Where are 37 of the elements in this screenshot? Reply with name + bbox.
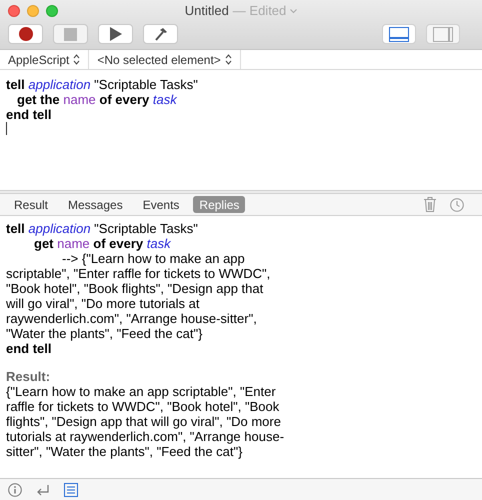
element-popup[interactable]: <No selected element> bbox=[89, 50, 241, 69]
window-title: Untitled bbox=[184, 2, 229, 20]
record-button[interactable] bbox=[8, 24, 43, 44]
side-panel-icon bbox=[433, 26, 453, 42]
code-line: end tell bbox=[6, 107, 53, 122]
list-icon[interactable] bbox=[64, 482, 78, 496]
zoom-button[interactable] bbox=[46, 5, 58, 17]
record-icon bbox=[18, 27, 32, 41]
log-line: end tell bbox=[6, 341, 53, 356]
compile-button[interactable] bbox=[143, 24, 178, 44]
code-line: tell application "Scriptable Tasks" bbox=[6, 77, 199, 92]
log-tab[interactable]: Messages bbox=[62, 196, 129, 213]
text-cursor bbox=[6, 122, 7, 135]
code-line: get the name of every task bbox=[16, 92, 178, 107]
log-tab[interactable]: Events bbox=[136, 196, 186, 213]
trash-icon[interactable] bbox=[424, 197, 436, 212]
log-tab[interactable]: Result bbox=[8, 196, 54, 213]
clock-icon[interactable] bbox=[450, 198, 464, 212]
return-icon[interactable] bbox=[36, 484, 50, 496]
log-line: get name of every task bbox=[33, 236, 172, 251]
play-icon bbox=[110, 27, 122, 41]
updown-arrows-icon bbox=[73, 54, 80, 65]
info-icon[interactable] bbox=[8, 482, 22, 496]
language-popup[interactable]: AppleScript bbox=[0, 50, 90, 69]
edited-status: — Edited bbox=[232, 2, 286, 20]
chevron-down-icon bbox=[290, 8, 298, 14]
bottom-panel-icon bbox=[389, 26, 409, 42]
panel-toggle-button[interactable] bbox=[382, 24, 416, 44]
run-button[interactable] bbox=[98, 24, 133, 44]
log-line: tell application "Scriptable Tasks" bbox=[6, 221, 199, 236]
result-label: Result: bbox=[6, 369, 52, 384]
hammer-icon bbox=[154, 27, 168, 41]
result-text: {"Learn how to make an app scriptable", "Enter raffle for tickets to WWDC", "Book hotel", "Book flights", "Design app that will go viral", "Do more tutorials at raywenderlich.com", "Arrange house-sitter", "Water the plants", "Feed the cat"} bbox=[6, 384, 286, 459]
updown-arrows-icon bbox=[224, 54, 232, 65]
close-button[interactable] bbox=[8, 5, 20, 17]
stop-icon bbox=[64, 28, 77, 40]
panel-toggle-button[interactable] bbox=[426, 24, 460, 44]
